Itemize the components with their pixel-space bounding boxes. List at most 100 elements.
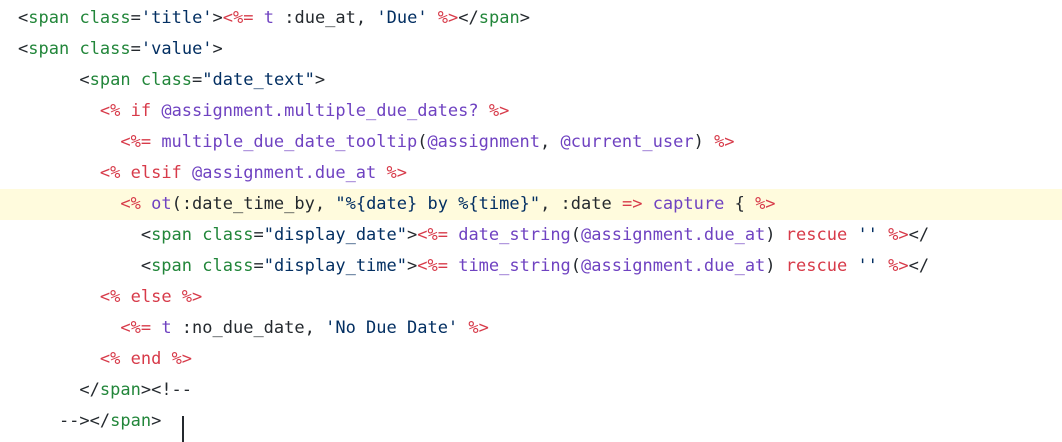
code-token: ,	[540, 194, 561, 214]
code-token: "display_date"	[263, 225, 407, 245]
code-token: class	[79, 39, 131, 59]
code-token: ,	[314, 194, 336, 214]
code-token: =	[192, 70, 203, 90]
code-token: .multiple_due_dates?	[273, 101, 479, 121]
code-token: =	[130, 39, 141, 59]
code-token: ><!--	[140, 380, 193, 400]
code-token: %>	[181, 287, 203, 307]
code-token: </	[908, 256, 930, 276]
code-token: ,	[540, 132, 561, 152]
code-token: span	[151, 256, 193, 276]
code-token: >	[314, 70, 326, 90]
code-line[interactable]: <span class="display_date"><%= date_stri…	[0, 220, 1062, 251]
code-token: span	[99, 380, 141, 400]
code-token: .due_at	[693, 256, 766, 276]
code-token: @current_user	[560, 132, 694, 152]
code-token: end	[120, 349, 172, 369]
code-token: .due_at	[693, 225, 766, 245]
code-token: %>	[458, 318, 489, 338]
code-token: <	[18, 70, 90, 90]
code-token: (	[171, 194, 182, 214]
code-token: elsif	[120, 163, 193, 183]
code-token: >	[151, 411, 162, 431]
code-line[interactable]: <span class='title'><%= t :due_at, 'Due'…	[0, 3, 1062, 34]
code-token: :due_at	[284, 8, 356, 28]
code-token: %>	[703, 132, 735, 152]
code-token: 'value'	[140, 39, 213, 59]
code-token: <%=	[417, 256, 448, 276]
code-line[interactable]: <%= t :no_due_date, 'No Due Date' %>	[0, 313, 1062, 344]
code-token: @assignment	[581, 225, 694, 245]
code-line[interactable]: <% if @assignment.multiple_due_dates? %>	[0, 96, 1062, 127]
text-cursor	[182, 416, 184, 442]
code-token: date_string	[447, 225, 571, 245]
code-token: span	[478, 8, 520, 28]
code-token: %>	[376, 163, 407, 183]
code-token: "display_time"	[263, 256, 407, 276]
code-line[interactable]: --></span>	[0, 406, 1062, 437]
code-token: @assignment	[581, 256, 694, 276]
code-token: if	[120, 101, 162, 121]
code-token: <	[18, 256, 152, 276]
code-token: </	[18, 380, 100, 400]
code-token: <	[18, 39, 29, 59]
code-line[interactable]: <span class='value'>	[0, 34, 1062, 65]
code-token: %>	[755, 194, 776, 214]
code-token: <%=	[120, 318, 152, 338]
code-token: t	[253, 8, 285, 28]
code-token: >	[212, 8, 223, 28]
code-token: @assignment	[161, 101, 274, 121]
code-token: time_string	[447, 256, 571, 276]
code-token: >	[519, 8, 530, 28]
code-token: )	[693, 132, 704, 152]
code-token: {	[724, 194, 756, 214]
code-token: 'Due'	[376, 8, 428, 28]
code-editor[interactable]: <span class='title'><%= t :due_at, 'Due'…	[0, 0, 1062, 442]
code-token: %>	[171, 349, 193, 369]
code-line[interactable]: <span class="display_time"><%= time_stri…	[0, 251, 1062, 282]
code-token: <%	[120, 194, 141, 214]
code-line[interactable]: </span><!--	[0, 375, 1062, 406]
code-token: )	[765, 256, 776, 276]
code-token: <%=	[222, 8, 254, 28]
code-token: <%	[99, 163, 121, 183]
code-token: :no_due_date	[181, 318, 305, 338]
code-token: multiple_due_date_tooltip	[151, 132, 418, 152]
code-line-highlighted[interactable]: <% ot(:date_time_by, "%{date} by %{time}…	[0, 189, 1062, 220]
code-line[interactable]: <% else %>	[0, 282, 1062, 313]
code-token: <	[18, 225, 152, 245]
code-token: <%	[99, 101, 121, 121]
code-token: </	[908, 225, 930, 245]
code-token: <%	[99, 287, 121, 307]
code-line[interactable]: <%= multiple_due_date_tooltip(@assignmen…	[0, 127, 1062, 158]
code-token: ,	[304, 318, 326, 338]
code-line[interactable]: <% end %>	[0, 344, 1062, 375]
code-token: =	[253, 225, 264, 245]
code-token: span	[28, 39, 70, 59]
code-token: =	[130, 8, 141, 28]
code-token: </	[458, 8, 479, 28]
code-line[interactable]: <% elsif @assignment.due_at %>	[0, 158, 1062, 189]
code-token: span	[89, 70, 131, 90]
code-line[interactable]: <span class="date_text">	[0, 65, 1062, 96]
code-token: span	[110, 411, 152, 431]
code-token: <%=	[120, 132, 152, 152]
code-token: @assignment	[192, 163, 305, 183]
code-token: >	[407, 225, 418, 245]
code-token: class	[202, 225, 254, 245]
code-token: class	[140, 70, 193, 90]
code-token: (	[417, 132, 428, 152]
code-token: 'No Due Date'	[325, 318, 459, 338]
code-token: --></	[18, 411, 111, 431]
code-token: =	[253, 256, 264, 276]
